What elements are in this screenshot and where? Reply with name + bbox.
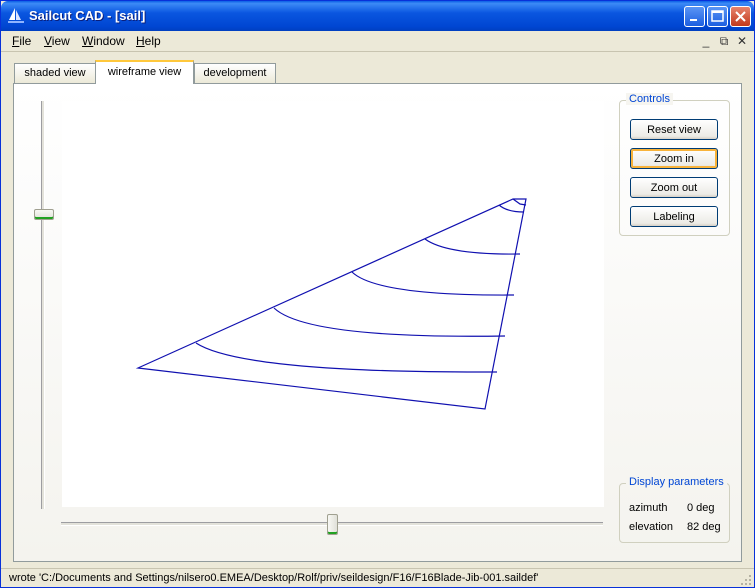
- sail-batten-2: [424, 238, 521, 255]
- reset-view-button[interactable]: Reset view: [630, 119, 718, 140]
- sailboat-icon: [8, 8, 24, 23]
- minimize-button[interactable]: [684, 6, 705, 27]
- sail-outline: [135, 198, 527, 410]
- wireframe-viewport[interactable]: [62, 101, 604, 507]
- sail-batten-4: [273, 307, 506, 337]
- minimize-icon: [690, 19, 697, 21]
- maximize-button[interactable]: [707, 6, 728, 27]
- sail-wireframe: [135, 198, 527, 410]
- close-icon: [735, 11, 746, 22]
- sail-batten-5: [195, 342, 498, 373]
- mdi-minimize-button[interactable]: _: [698, 34, 714, 48]
- menu-help[interactable]: Help: [136, 34, 161, 48]
- sail-batten-3: [351, 271, 515, 296]
- menu-file[interactable]: File: [12, 34, 31, 48]
- labeling-button[interactable]: Labeling: [630, 206, 718, 227]
- azimuth-row: azimuth 0 deg: [629, 502, 715, 514]
- window-title: Sailcut CAD - [sail]: [29, 8, 146, 23]
- menu-window[interactable]: Window: [82, 34, 125, 48]
- status-bar: wrote 'C:/Documents and Settings/nilsero…: [1, 568, 754, 588]
- close-button[interactable]: [730, 6, 751, 27]
- azimuth-value: 0 deg: [687, 502, 715, 514]
- sail-leech-top: [512, 198, 527, 206]
- display-parameters-group: Display parameters azimuth 0 deg elevati…: [619, 476, 730, 543]
- elevation-value: 82 deg: [687, 521, 721, 533]
- zoom-out-button[interactable]: Zoom out: [630, 177, 718, 198]
- zoom-in-button[interactable]: Zoom in: [630, 148, 718, 169]
- title-bar[interactable]: Sailcut CAD - [sail]: [1, 1, 754, 31]
- display-parameters-title: Display parameters: [626, 476, 727, 488]
- resize-grip-icon[interactable]: [740, 574, 752, 586]
- maximize-icon: [711, 10, 724, 22]
- elevation-row: elevation 82 deg: [629, 521, 721, 533]
- azimuth-slider-thumb[interactable]: [327, 514, 338, 535]
- mdi-restore-button[interactable]: ⧉: [716, 34, 732, 48]
- tab-shaded-view[interactable]: shaded view: [14, 63, 96, 83]
- elevation-slider-track[interactable]: [41, 101, 45, 509]
- tab-wireframe-view[interactable]: wireframe view: [95, 60, 194, 84]
- controls-group: Controls Reset view Zoom in Zoom out Lab…: [619, 93, 730, 236]
- controls-group-title: Controls: [626, 93, 673, 105]
- sail-batten-1: [498, 204, 525, 213]
- mdi-close-button[interactable]: ✕: [734, 34, 750, 48]
- app-window: Sailcut CAD - [sail] File View Window He…: [0, 0, 755, 588]
- status-text: wrote 'C:/Documents and Settings/nilsero…: [9, 572, 539, 584]
- elevation-slider-thumb[interactable]: [34, 209, 54, 220]
- menu-bar: File View Window Help: [1, 31, 754, 52]
- menu-view[interactable]: View: [44, 34, 70, 48]
- elevation-label: elevation: [629, 521, 674, 533]
- azimuth-label: azimuth: [629, 502, 668, 514]
- tab-development[interactable]: development: [194, 63, 276, 83]
